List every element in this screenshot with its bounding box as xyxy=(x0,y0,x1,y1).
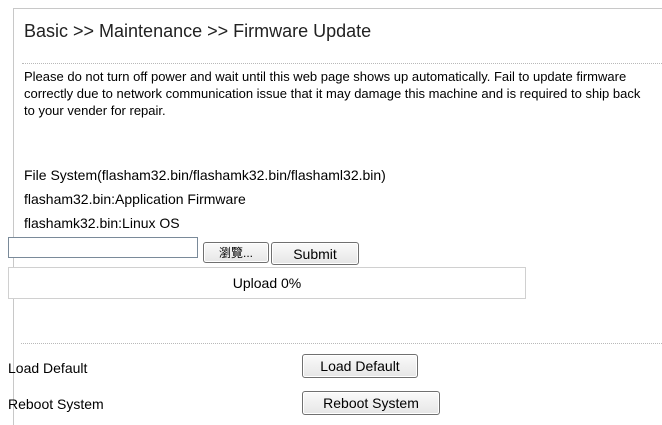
firmware-file-input[interactable] xyxy=(8,237,198,258)
submit-button[interactable]: Submit xyxy=(271,242,359,265)
section-divider xyxy=(21,343,662,344)
warning-notice: Please do not turn off power and wait un… xyxy=(24,69,641,118)
upload-progress-bar: Upload 0% xyxy=(8,267,526,299)
file-system-info: File System(flasham32.bin/flashamk32.bin… xyxy=(24,167,386,183)
upload-progress-text: Upload 0% xyxy=(232,275,302,291)
load-default-button[interactable]: Load Default xyxy=(302,354,418,378)
load-default-label: Load Default xyxy=(8,360,88,376)
reboot-system-button[interactable]: Reboot System xyxy=(302,391,440,415)
application-firmware-info: flasham32.bin:Application Firmware xyxy=(24,191,246,207)
linux-os-info: flashamk32.bin:Linux OS xyxy=(24,215,180,231)
title-divider xyxy=(22,63,662,64)
reboot-system-label: Reboot System xyxy=(8,396,104,412)
page-title: Basic >> Maintenance >> Firmware Update xyxy=(24,21,372,41)
browse-button[interactable]: 瀏覽... xyxy=(203,242,269,263)
